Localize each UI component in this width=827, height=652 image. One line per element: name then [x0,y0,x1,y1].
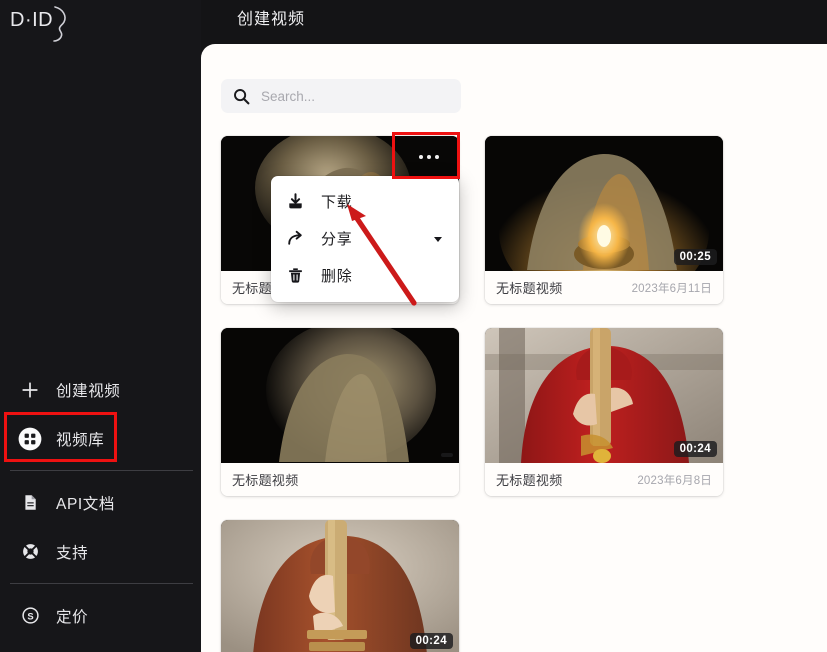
page-title: 创建视频 [237,11,306,28]
thumbnail-art [221,328,459,463]
sidebar-item-label: 视频库 [56,431,105,449]
sidebar-item-pricing[interactable]: S 定价 [0,597,201,634]
sidebar-item-label: 定价 [56,608,89,626]
dollar-circle-icon: S [18,604,42,628]
search-icon [233,88,250,105]
sidebar-item-label: API文档 [56,495,115,513]
sidebar-item-api-docs[interactable]: API文档 [0,484,201,521]
video-card[interactable]: 无标题视频 [221,328,459,496]
top-bar: 创建视频 [201,0,827,44]
grid-icon [18,427,42,451]
video-context-menu: 下载 分享 删除 [271,176,459,302]
context-menu-item-label: 分享 [321,231,353,248]
video-card-meta: 无标题视频 2023年6月11日 [485,271,723,304]
trash-icon [285,266,305,286]
video-card[interactable]: 00:24 无标题视频 2023年6月8日 [485,328,723,496]
sidebar-item-label: 创建视频 [56,382,121,400]
app-root: D·ID 创建视频 视频库 API文档 支持 S 定价 创建视频 Search.… [0,0,827,652]
video-card-meta: 无标题视频 [221,463,459,496]
share-icon [285,229,305,249]
video-thumbnail[interactable]: 00:24 [221,520,459,652]
video-duration [441,453,453,457]
context-menu-item-delete[interactable]: 删除 [271,257,459,294]
video-thumbnail[interactable] [221,328,459,463]
search-bar[interactable] [221,79,461,113]
svg-text:S: S [27,610,33,621]
video-duration: 00:24 [409,633,453,649]
did-logo[interactable]: D·ID [9,3,75,45]
context-menu-item-download[interactable]: 下载 [271,183,459,220]
chevron-down-icon[interactable] [434,236,442,242]
video-title: 无标题视频 [232,473,299,488]
document-icon [18,491,42,515]
video-card-meta: 无标题视频 2023年6月8日 [485,463,723,496]
lifebuoy-icon [18,540,42,564]
video-card[interactable]: 00:24 无标题视频 2023年6月8日 [221,520,459,652]
video-duration: 00:25 [673,249,717,265]
sidebar-item-label: 支持 [56,544,89,562]
download-icon [285,192,305,212]
dot [427,155,431,159]
card-options-button[interactable] [407,145,451,169]
video-card[interactable]: 00:25 无标题视频 2023年6月11日 [485,136,723,304]
video-thumbnail[interactable]: 00:24 [485,328,723,463]
sidebar-item-support[interactable]: 支持 [0,533,201,570]
plus-icon [18,378,42,402]
video-title: 无标题视频 [496,473,563,488]
main-column: 创建视频 Search... 无标题视频 00:25 无标题视频 2023年6月… [201,0,827,652]
sidebar-nav: 创建视频 视频库 API文档 支持 S 定价 [0,371,201,634]
sidebar-item-video-library[interactable]: 视频库 [0,420,201,457]
video-title: 无标题视频 [496,281,563,296]
search-input[interactable] [261,88,451,104]
svg-text:D·ID: D·ID [10,9,53,31]
sidebar-item-create-video[interactable]: 创建视频 [0,371,201,408]
content-panel: 无标题视频 [201,44,827,652]
video-date: 2023年6月11日 [631,282,712,295]
dot [419,155,423,159]
video-thumbnail[interactable]: 00:25 [485,136,723,271]
context-menu-item-label: 下载 [321,194,353,211]
context-menu-item-label: 删除 [321,268,353,285]
video-date: 2023年6月8日 [637,474,712,487]
sidebar: D·ID 创建视频 视频库 API文档 支持 S 定价 [0,0,201,652]
context-menu-item-share[interactable]: 分享 [271,220,459,257]
dot [435,155,439,159]
video-duration: 00:24 [673,441,717,457]
